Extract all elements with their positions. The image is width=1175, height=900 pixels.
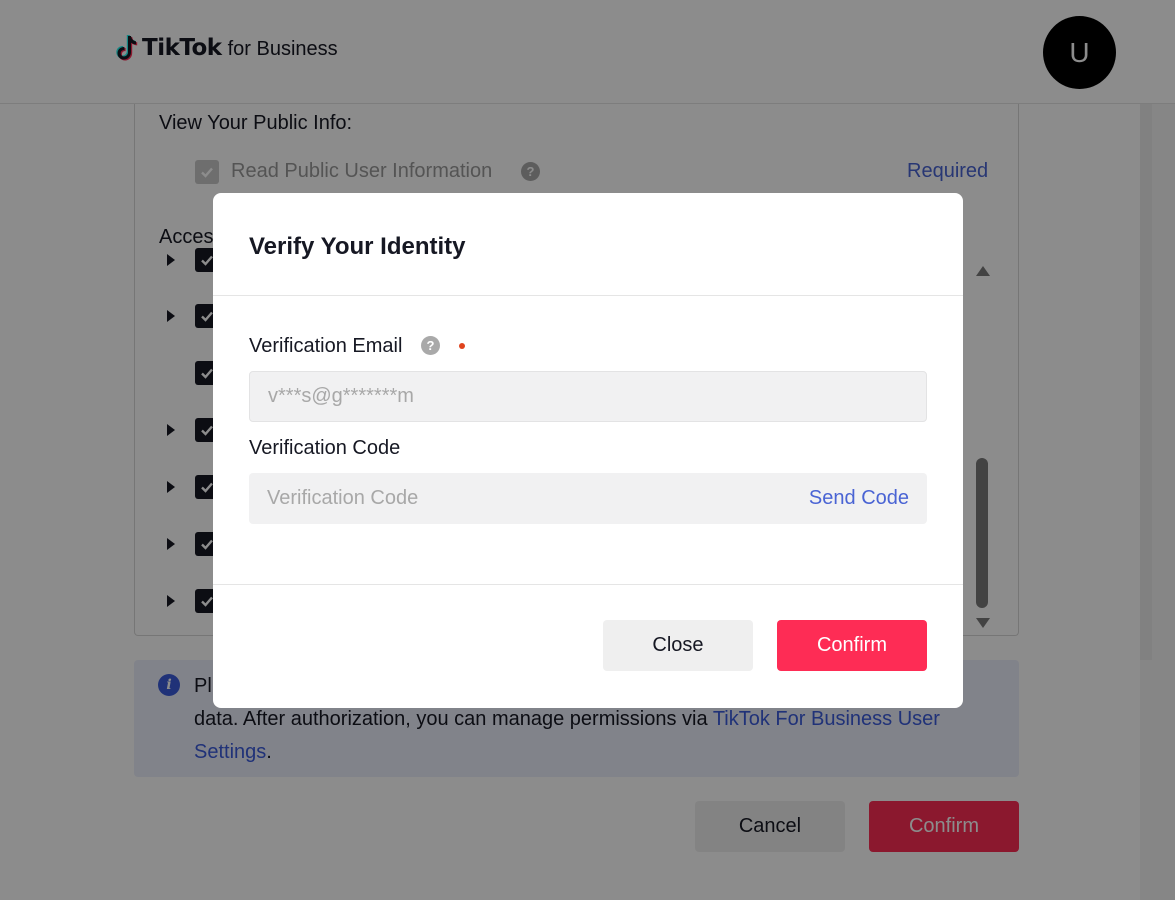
verification-email-field [249,371,927,422]
required-dot-icon [459,343,465,349]
verify-identity-modal: Verify Your Identity Verification Email … [213,193,963,708]
close-button[interactable]: Close [603,620,753,671]
verification-email-input [250,372,926,421]
verification-code-field[interactable]: Send Code [249,473,927,524]
confirm-button[interactable]: Confirm [777,620,927,671]
verification-email-label: Verification Email [249,335,403,357]
email-help-icon[interactable]: ? [421,336,440,355]
page: TikTok for Business U View Your Public I… [0,0,1175,900]
modal-footer-divider [213,584,963,585]
send-code-button[interactable]: Send Code [809,487,909,510]
modal-header-divider [213,295,963,296]
modal-title: Verify Your Identity [249,233,466,260]
verification-code-label: Verification Code [249,437,401,459]
